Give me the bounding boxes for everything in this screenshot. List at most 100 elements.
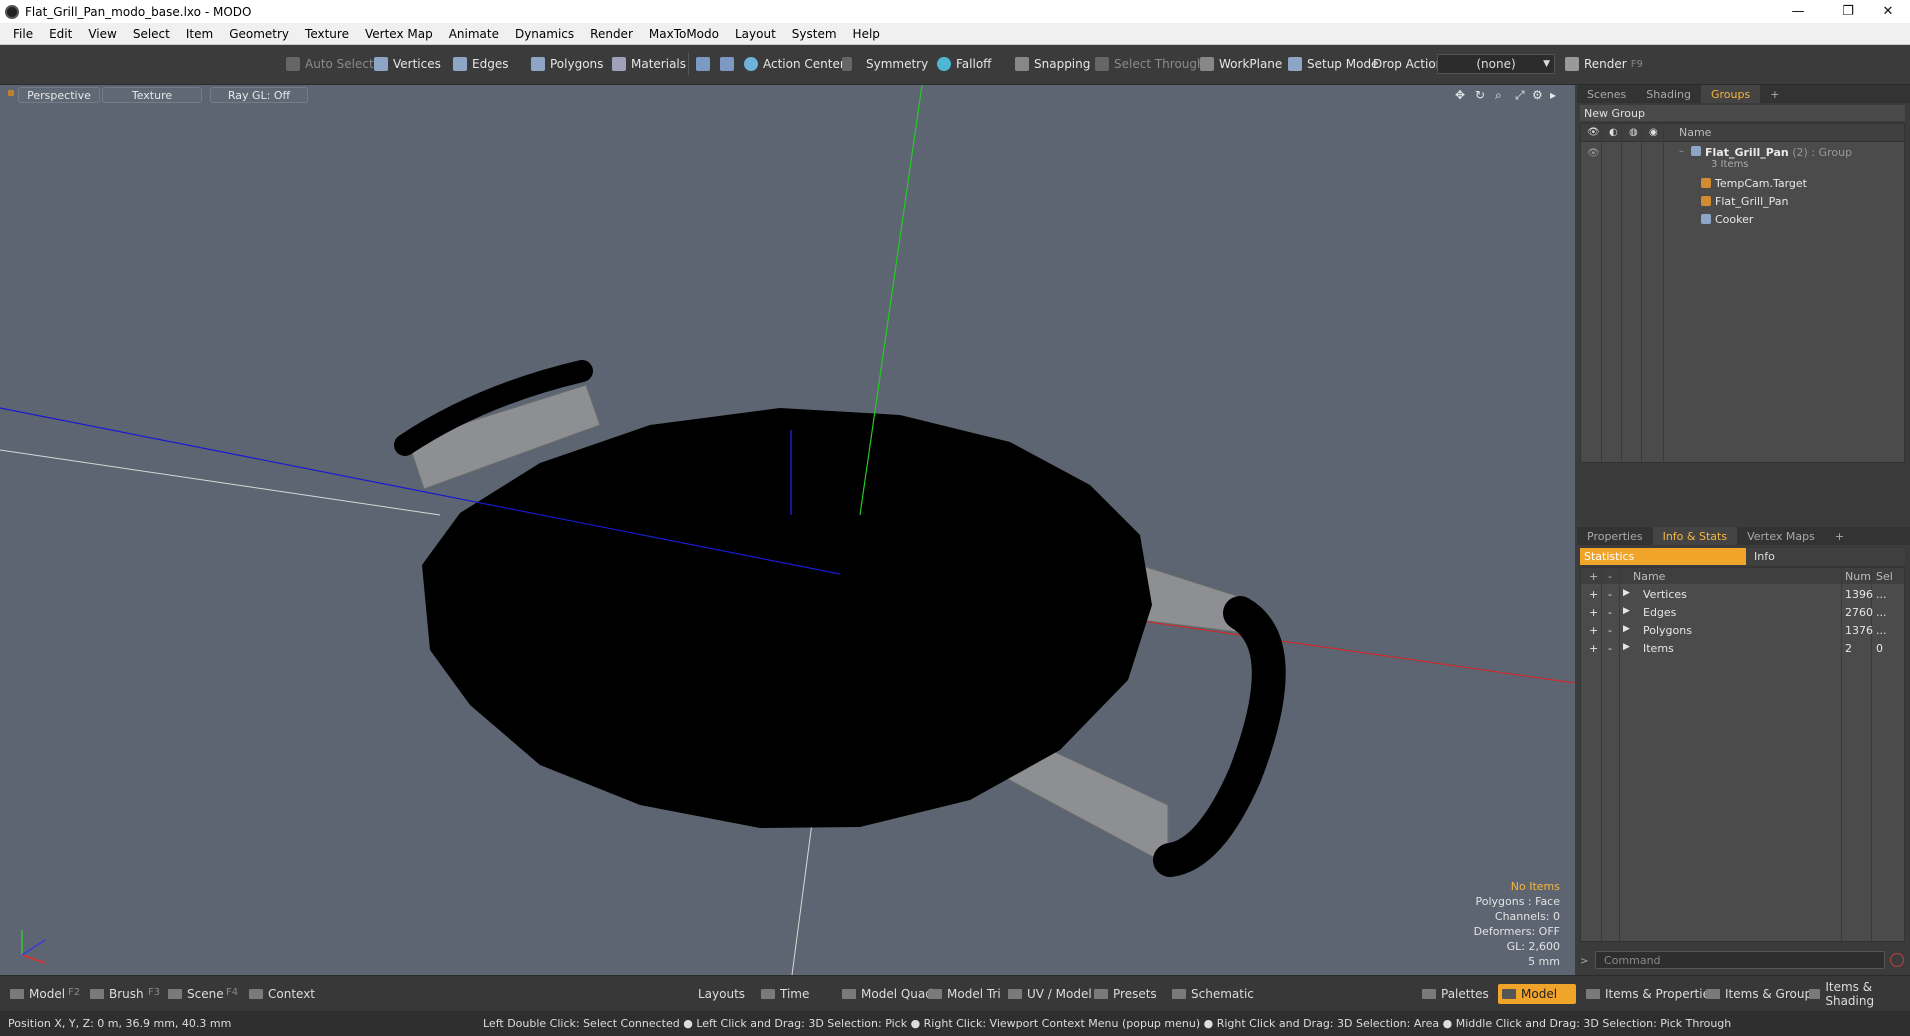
menu-render[interactable]: Render: [582, 27, 641, 41]
tab-vertex-maps[interactable]: Vertex Maps: [1737, 527, 1825, 545]
move-view-icon[interactable]: ✥: [1455, 88, 1465, 102]
add-icon[interactable]: +: [1589, 606, 1598, 619]
menu-geometry[interactable]: Geometry: [221, 27, 297, 41]
zoom-view-icon[interactable]: ⌕: [1495, 88, 1502, 103]
list-item[interactable]: Cooker: [1581, 210, 1904, 228]
list-item[interactable]: Flat_Grill_Pan: [1581, 192, 1904, 210]
viewport-settings-icon[interactable]: ⚙: [1532, 88, 1543, 102]
viewport-menu-icon[interactable]: [8, 90, 14, 96]
add-icon[interactable]: +: [1589, 642, 1598, 655]
menu-help[interactable]: Help: [845, 27, 888, 41]
close-button[interactable]: ✕: [1866, 0, 1910, 23]
edges-button[interactable]: Edges: [449, 53, 512, 75]
menu-edit[interactable]: Edit: [41, 27, 80, 41]
uv-model-button[interactable]: UV / Model: [1004, 984, 1096, 1004]
lock-icon[interactable]: ◍: [1629, 127, 1638, 138]
add-tab-icon[interactable]: +: [1825, 527, 1854, 545]
expand-arrow-icon[interactable]: ▶: [1623, 642, 1630, 652]
schematic-button[interactable]: Schematic: [1168, 984, 1258, 1004]
command-input[interactable]: Command: [1595, 951, 1885, 969]
items-shading-button[interactable]: Items & Shading: [1805, 980, 1910, 1008]
scene-layout-button[interactable]: Scene: [164, 984, 228, 1004]
menu-view[interactable]: View: [80, 27, 124, 41]
render-button[interactable]: Render F9: [1561, 53, 1647, 75]
snapping-button[interactable]: Snapping: [1011, 53, 1094, 75]
materials-button[interactable]: Materials: [608, 53, 690, 75]
fit-view-icon[interactable]: ⤢: [1515, 88, 1525, 103]
tab-statistics[interactable]: Statistics: [1580, 548, 1746, 565]
table-row[interactable]: + - ▶ Vertices 1396 ...: [1581, 586, 1904, 604]
3d-viewport[interactable]: Perspective Texture Ray GL: Off ✥ ↻ ⌕ ⤢ …: [0, 85, 1575, 975]
table-row[interactable]: + - ▶ Items 2 0: [1581, 640, 1904, 658]
tab-info-stats[interactable]: Info & Stats: [1652, 527, 1738, 545]
tab-groups[interactable]: Groups: [1700, 85, 1761, 103]
tab-scenes[interactable]: Scenes: [1577, 85, 1636, 103]
tab-properties[interactable]: Properties: [1577, 527, 1653, 545]
render-toggle-icon[interactable]: ◐: [1609, 127, 1618, 138]
falloff-button[interactable]: Falloff: [933, 53, 995, 75]
collapse-all-icon[interactable]: -: [1608, 570, 1612, 583]
presets-button[interactable]: Presets: [1090, 984, 1161, 1004]
select-through-button[interactable]: Select Through: [1091, 53, 1209, 75]
group-row[interactable]: 👁 – Flat_Grill_Pan (2) : Group 3 Items: [1581, 144, 1904, 172]
add-tab-icon[interactable]: +: [1760, 85, 1789, 103]
select-toggle-icon[interactable]: ◉: [1649, 127, 1658, 138]
add-icon[interactable]: +: [1589, 624, 1598, 637]
brush-layout-button[interactable]: Brush: [86, 984, 148, 1004]
setup-mode-button[interactable]: Setup Mode: [1284, 53, 1382, 75]
menu-item[interactable]: Item: [178, 27, 221, 41]
model-quad-button[interactable]: Model Quad: [838, 984, 937, 1004]
symmetry-button[interactable]: Symmetry: [838, 53, 932, 75]
menu-file[interactable]: File: [5, 27, 41, 41]
menu-system[interactable]: System: [784, 27, 845, 41]
tab-shading[interactable]: Shading: [1636, 85, 1701, 103]
auto-select-button[interactable]: Auto Select: [282, 53, 378, 75]
action-center-button[interactable]: Action Center: [740, 53, 849, 75]
remove-icon[interactable]: -: [1608, 606, 1612, 619]
vertices-button[interactable]: Vertices: [370, 53, 445, 75]
add-icon[interactable]: +: [1589, 588, 1598, 601]
context-layout-button[interactable]: Context: [245, 984, 319, 1004]
table-row[interactable]: + - ▶ Polygons 1376 ...: [1581, 622, 1904, 640]
model-active-button[interactable]: Model: [1498, 984, 1576, 1004]
viewport-expand-icon[interactable]: ▸: [1550, 88, 1556, 102]
expand-arrow-icon[interactable]: ▶: [1623, 606, 1630, 616]
command-history-icon[interactable]: >: [1580, 956, 1588, 967]
list-item[interactable]: TempCam.Target: [1581, 174, 1904, 192]
minimize-button[interactable]: —: [1776, 0, 1820, 23]
expand-all-icon[interactable]: +: [1589, 570, 1598, 583]
menu-layout[interactable]: Layout: [727, 27, 784, 41]
expand-arrow-icon[interactable]: ▶: [1623, 624, 1630, 634]
time-button[interactable]: Time: [757, 984, 813, 1004]
collapse-icon[interactable]: –: [1679, 146, 1684, 157]
ray-gl-tab[interactable]: Ray GL: Off: [210, 87, 308, 103]
expand-arrow-icon[interactable]: ▶: [1623, 588, 1630, 598]
model-tri-button[interactable]: Model Tri: [924, 984, 1005, 1004]
remove-icon[interactable]: -: [1608, 642, 1612, 655]
workplane-button[interactable]: WorkPlane: [1196, 53, 1286, 75]
menu-vertex-map[interactable]: Vertex Map: [357, 27, 441, 41]
remove-icon[interactable]: -: [1608, 624, 1612, 637]
drop-action-dropdown[interactable]: (none) ▼: [1437, 54, 1555, 74]
polygons-button[interactable]: Polygons: [527, 53, 607, 75]
menu-dynamics[interactable]: Dynamics: [507, 27, 582, 41]
model-layout-button[interactable]: Model: [6, 984, 69, 1004]
view-type-tab[interactable]: Perspective: [18, 87, 100, 103]
restore-button[interactable]: ❐: [1826, 0, 1870, 23]
palettes-button[interactable]: Palettes: [1418, 984, 1493, 1004]
menu-maxtomodo[interactable]: MaxToModo: [641, 27, 727, 41]
record-icon[interactable]: [1890, 953, 1904, 967]
select-mode-button-1[interactable]: [692, 53, 714, 75]
tab-info[interactable]: Info: [1746, 548, 1905, 565]
visibility-icon[interactable]: 👁: [1587, 127, 1600, 138]
menu-texture[interactable]: Texture: [297, 27, 357, 41]
items-properties-button[interactable]: Items & Properties: [1582, 984, 1720, 1004]
remove-icon[interactable]: -: [1608, 588, 1612, 601]
new-group-button[interactable]: New Group: [1580, 105, 1905, 121]
shading-tab[interactable]: Texture: [102, 87, 202, 103]
menu-animate[interactable]: Animate: [441, 27, 507, 41]
select-mode-button-2[interactable]: [716, 53, 738, 75]
row-visibility-icon[interactable]: 👁: [1587, 148, 1600, 159]
table-row[interactable]: + - ▶ Edges 2760 ...: [1581, 604, 1904, 622]
rotate-view-icon[interactable]: ↻: [1475, 88, 1485, 102]
